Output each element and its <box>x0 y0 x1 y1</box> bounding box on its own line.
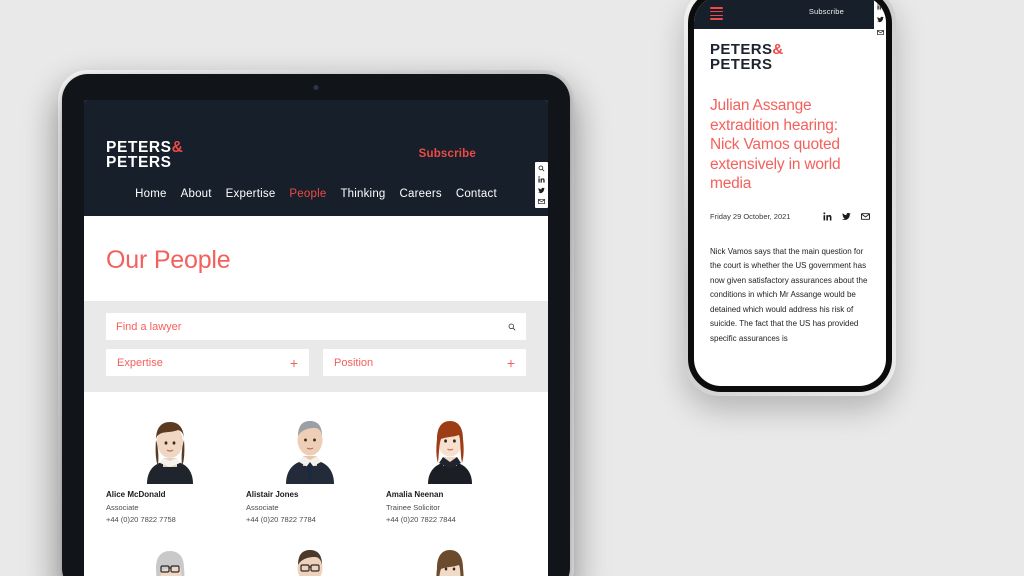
nav-item-careers[interactable]: Careers <box>400 188 442 200</box>
person-phone[interactable]: +44 (0)20 7822 7844 <box>386 515 514 524</box>
person-role: Trainee Solicitor <box>385 502 440 512</box>
phone-logo[interactable]: PETERS& PETERS <box>694 29 886 72</box>
search-icon[interactable] <box>508 323 516 331</box>
article-meta: Friday 29 October, 2021 <box>694 193 886 222</box>
nav-item-people[interactable]: People <box>289 188 326 200</box>
hamburger-icon[interactable] <box>710 7 723 22</box>
linkedin-icon[interactable] <box>876 3 884 10</box>
article-body: Nick Vamos says that the main question f… <box>710 246 868 343</box>
nav-item-thinking[interactable]: Thinking <box>340 188 385 200</box>
person-card[interactable]: Alice McDonald Associate +44 (0)20 7822 … <box>106 406 246 524</box>
phone-site-header: Subscribe <box>694 0 886 29</box>
person-card[interactable]: Alistair Jones Associate +44 (0)20 7822 … <box>246 406 386 524</box>
article-date: Friday 29 October, 2021 <box>710 212 791 222</box>
tablet-device: PETERS& PETERS Subscribe Home About Expe… <box>62 74 570 576</box>
expertise-dropdown[interactable]: Expertise + <box>106 349 309 376</box>
person-name: Alice McDonald <box>106 490 166 499</box>
person-photo <box>106 538 234 576</box>
article-share-icons <box>823 211 870 221</box>
linkedin-icon[interactable] <box>823 212 832 221</box>
logo-ampersand: & <box>171 139 184 156</box>
nav-item-about[interactable]: About <box>181 188 212 200</box>
person-card[interactable] <box>386 538 526 576</box>
email-icon[interactable] <box>861 212 870 221</box>
person-phone[interactable]: +44 (0)20 7822 7784 <box>246 515 374 524</box>
person-photo <box>386 406 514 484</box>
phone-social-rail <box>874 0 886 39</box>
logo-line-1: PETERS& <box>106 139 184 156</box>
tablet-logo[interactable]: PETERS& PETERS <box>106 139 184 172</box>
tablet-hero: Our People <box>84 216 548 301</box>
people-grid: Alice McDonald Associate +44 (0)20 7822 … <box>84 392 548 576</box>
filter-dropdown-row: Expertise + Position + <box>106 349 526 376</box>
person-phone[interactable]: +44 (0)20 7822 7758 <box>106 515 234 524</box>
twitter-icon[interactable] <box>876 16 884 23</box>
person-role: Associate <box>245 502 279 512</box>
logo-line-2: PETERS <box>710 55 773 73</box>
plus-icon[interactable]: + <box>290 356 298 370</box>
position-label: Position <box>334 356 374 369</box>
person-name: Alistair Jones <box>245 490 299 499</box>
person-role: Associate <box>106 502 139 512</box>
page-title: Our People <box>106 246 231 274</box>
person-name: Amalia Neenan <box>385 490 444 499</box>
twitter-icon[interactable] <box>538 187 545 194</box>
person-photo <box>386 538 514 576</box>
nav-item-contact[interactable]: Contact <box>456 188 497 200</box>
subscribe-link[interactable]: Subscribe <box>419 148 476 160</box>
person-photo <box>106 406 234 484</box>
tablet-main-nav: Home About Expertise People Thinking Car… <box>84 188 548 200</box>
position-dropdown[interactable]: Position + <box>323 349 526 376</box>
tablet-site-header: PETERS& PETERS Subscribe Home About Expe… <box>84 100 548 216</box>
article-headline: Julian Assange extradition hearing: Nick… <box>710 97 841 192</box>
logo-ampersand: & <box>772 41 784 58</box>
tablet-social-rail <box>535 162 548 208</box>
people-row <box>106 538 526 576</box>
phone-device: Subscribe PETERS& PETERS Julian Assange … <box>688 0 892 392</box>
person-photo <box>246 406 374 484</box>
twitter-icon[interactable] <box>842 212 851 221</box>
logo-line-2: PETERS <box>106 154 172 172</box>
tablet-screen: PETERS& PETERS Subscribe Home About Expe… <box>84 100 548 576</box>
plus-icon[interactable]: + <box>507 356 515 370</box>
expertise-label: Expertise <box>117 356 163 369</box>
person-card[interactable] <box>106 538 246 576</box>
search-placeholder: Find a lawyer <box>116 320 182 333</box>
nav-item-home[interactable]: Home <box>135 188 166 200</box>
email-icon[interactable] <box>876 29 884 36</box>
presentation-canvas: PETERS& PETERS Subscribe Home About Expe… <box>0 0 1024 576</box>
phone-screen: Subscribe PETERS& PETERS Julian Assange … <box>694 0 886 386</box>
linkedin-icon[interactable] <box>538 176 545 183</box>
nav-item-expertise[interactable]: Expertise <box>226 188 276 200</box>
people-row: Alice McDonald Associate +44 (0)20 7822 … <box>106 406 526 524</box>
subscribe-link[interactable]: Subscribe <box>809 7 844 16</box>
person-card[interactable]: Amalia Neenan Trainee Solicitor +44 (0)2… <box>386 406 526 524</box>
search-icon[interactable] <box>538 165 545 172</box>
email-icon[interactable] <box>538 198 545 205</box>
person-card[interactable] <box>246 538 386 576</box>
tablet-filter-bar: Find a lawyer Expertise + Position + <box>84 301 548 392</box>
person-photo <box>246 538 374 576</box>
tablet-camera-icon <box>313 85 319 90</box>
search-input[interactable]: Find a lawyer <box>106 313 526 340</box>
